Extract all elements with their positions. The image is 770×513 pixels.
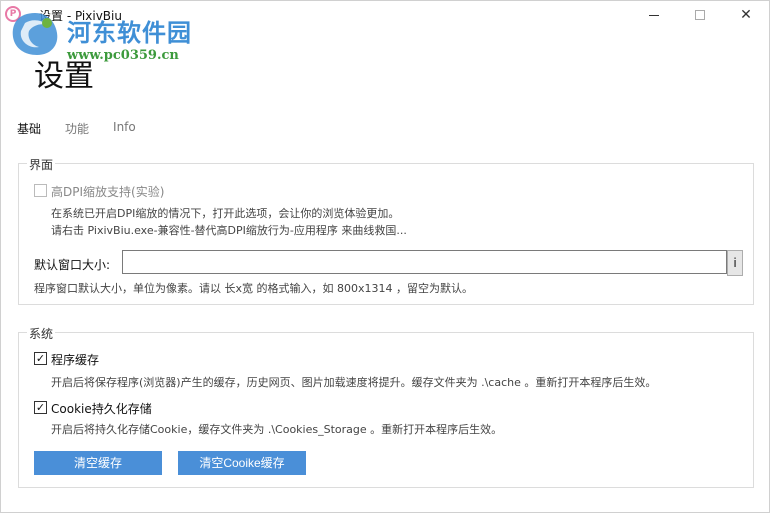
maximize-button[interactable] bbox=[677, 1, 723, 29]
window-size-input[interactable] bbox=[122, 250, 727, 274]
ui-group: 界面 高DPI缩放支持(实验) 在系统已开启DPI缩放的情况下，打开此选项，会让… bbox=[18, 156, 754, 305]
close-icon: ✕ bbox=[740, 7, 752, 23]
ui-group-legend: 界面 bbox=[27, 156, 56, 173]
cookie-description: 开启后将持久化存储Cookie，缓存文件夹为 .\Cookies_Storage… bbox=[51, 423, 503, 436]
hidpi-checkbox[interactable] bbox=[34, 184, 47, 197]
window-size-info-button[interactable]: i bbox=[727, 250, 743, 276]
system-group-legend: 系统 bbox=[27, 325, 56, 342]
cookie-label[interactable]: Cookie持久化存储 bbox=[51, 400, 152, 417]
cache-checkbox[interactable]: ✓ bbox=[34, 352, 47, 365]
tab-info[interactable]: Info bbox=[113, 120, 136, 136]
hidpi-description-1: 在系统已开启DPI缩放的情况下，打开此选项，会让你的浏览体验更加。 bbox=[51, 207, 400, 220]
tab-basic[interactable]: 基础 bbox=[17, 120, 41, 136]
watermark-text: 河东软件园 bbox=[67, 18, 192, 47]
page-title: 设置 bbox=[34, 59, 94, 94]
window-size-description: 程序窗口默认大小，单位为像素。请以 长x宽 的格式输入，如 800x1314 ，… bbox=[34, 282, 473, 295]
tab-features[interactable]: 功能 bbox=[65, 120, 89, 136]
close-button[interactable]: ✕ bbox=[723, 1, 769, 29]
cookie-checkbox[interactable]: ✓ bbox=[34, 401, 47, 414]
settings-tabs: 基础 功能 Info bbox=[17, 120, 136, 136]
cache-description: 开启后将保存程序(浏览器)产生的缓存，历史网页、图片加载速度将提升。缓存文件夹为… bbox=[51, 376, 657, 389]
window-size-label: 默认窗口大小: bbox=[34, 258, 111, 272]
system-group: 系统 ✓ 程序缓存 开启后将保存程序(浏览器)产生的缓存，历史网页、图片加载速度… bbox=[18, 325, 754, 488]
minimize-icon bbox=[649, 14, 659, 16]
minimize-button[interactable] bbox=[631, 1, 677, 29]
hidpi-description-2: 请右击 PixivBiu.exe-兼容性-替代高DPI缩放行为-应用程序 来曲线… bbox=[51, 224, 407, 237]
clear-cookie-button[interactable]: 清空Cooike缓存 bbox=[178, 451, 306, 475]
settings-window: P 设置 - PixivBiu ✕ 河东软件园 www.pc0359.cn 设置… bbox=[0, 0, 770, 513]
cache-label[interactable]: 程序缓存 bbox=[51, 351, 99, 368]
clear-cache-button[interactable]: 清空缓存 bbox=[34, 451, 162, 475]
hidpi-label[interactable]: 高DPI缩放支持(实验) bbox=[51, 183, 164, 200]
maximize-icon bbox=[695, 10, 705, 20]
